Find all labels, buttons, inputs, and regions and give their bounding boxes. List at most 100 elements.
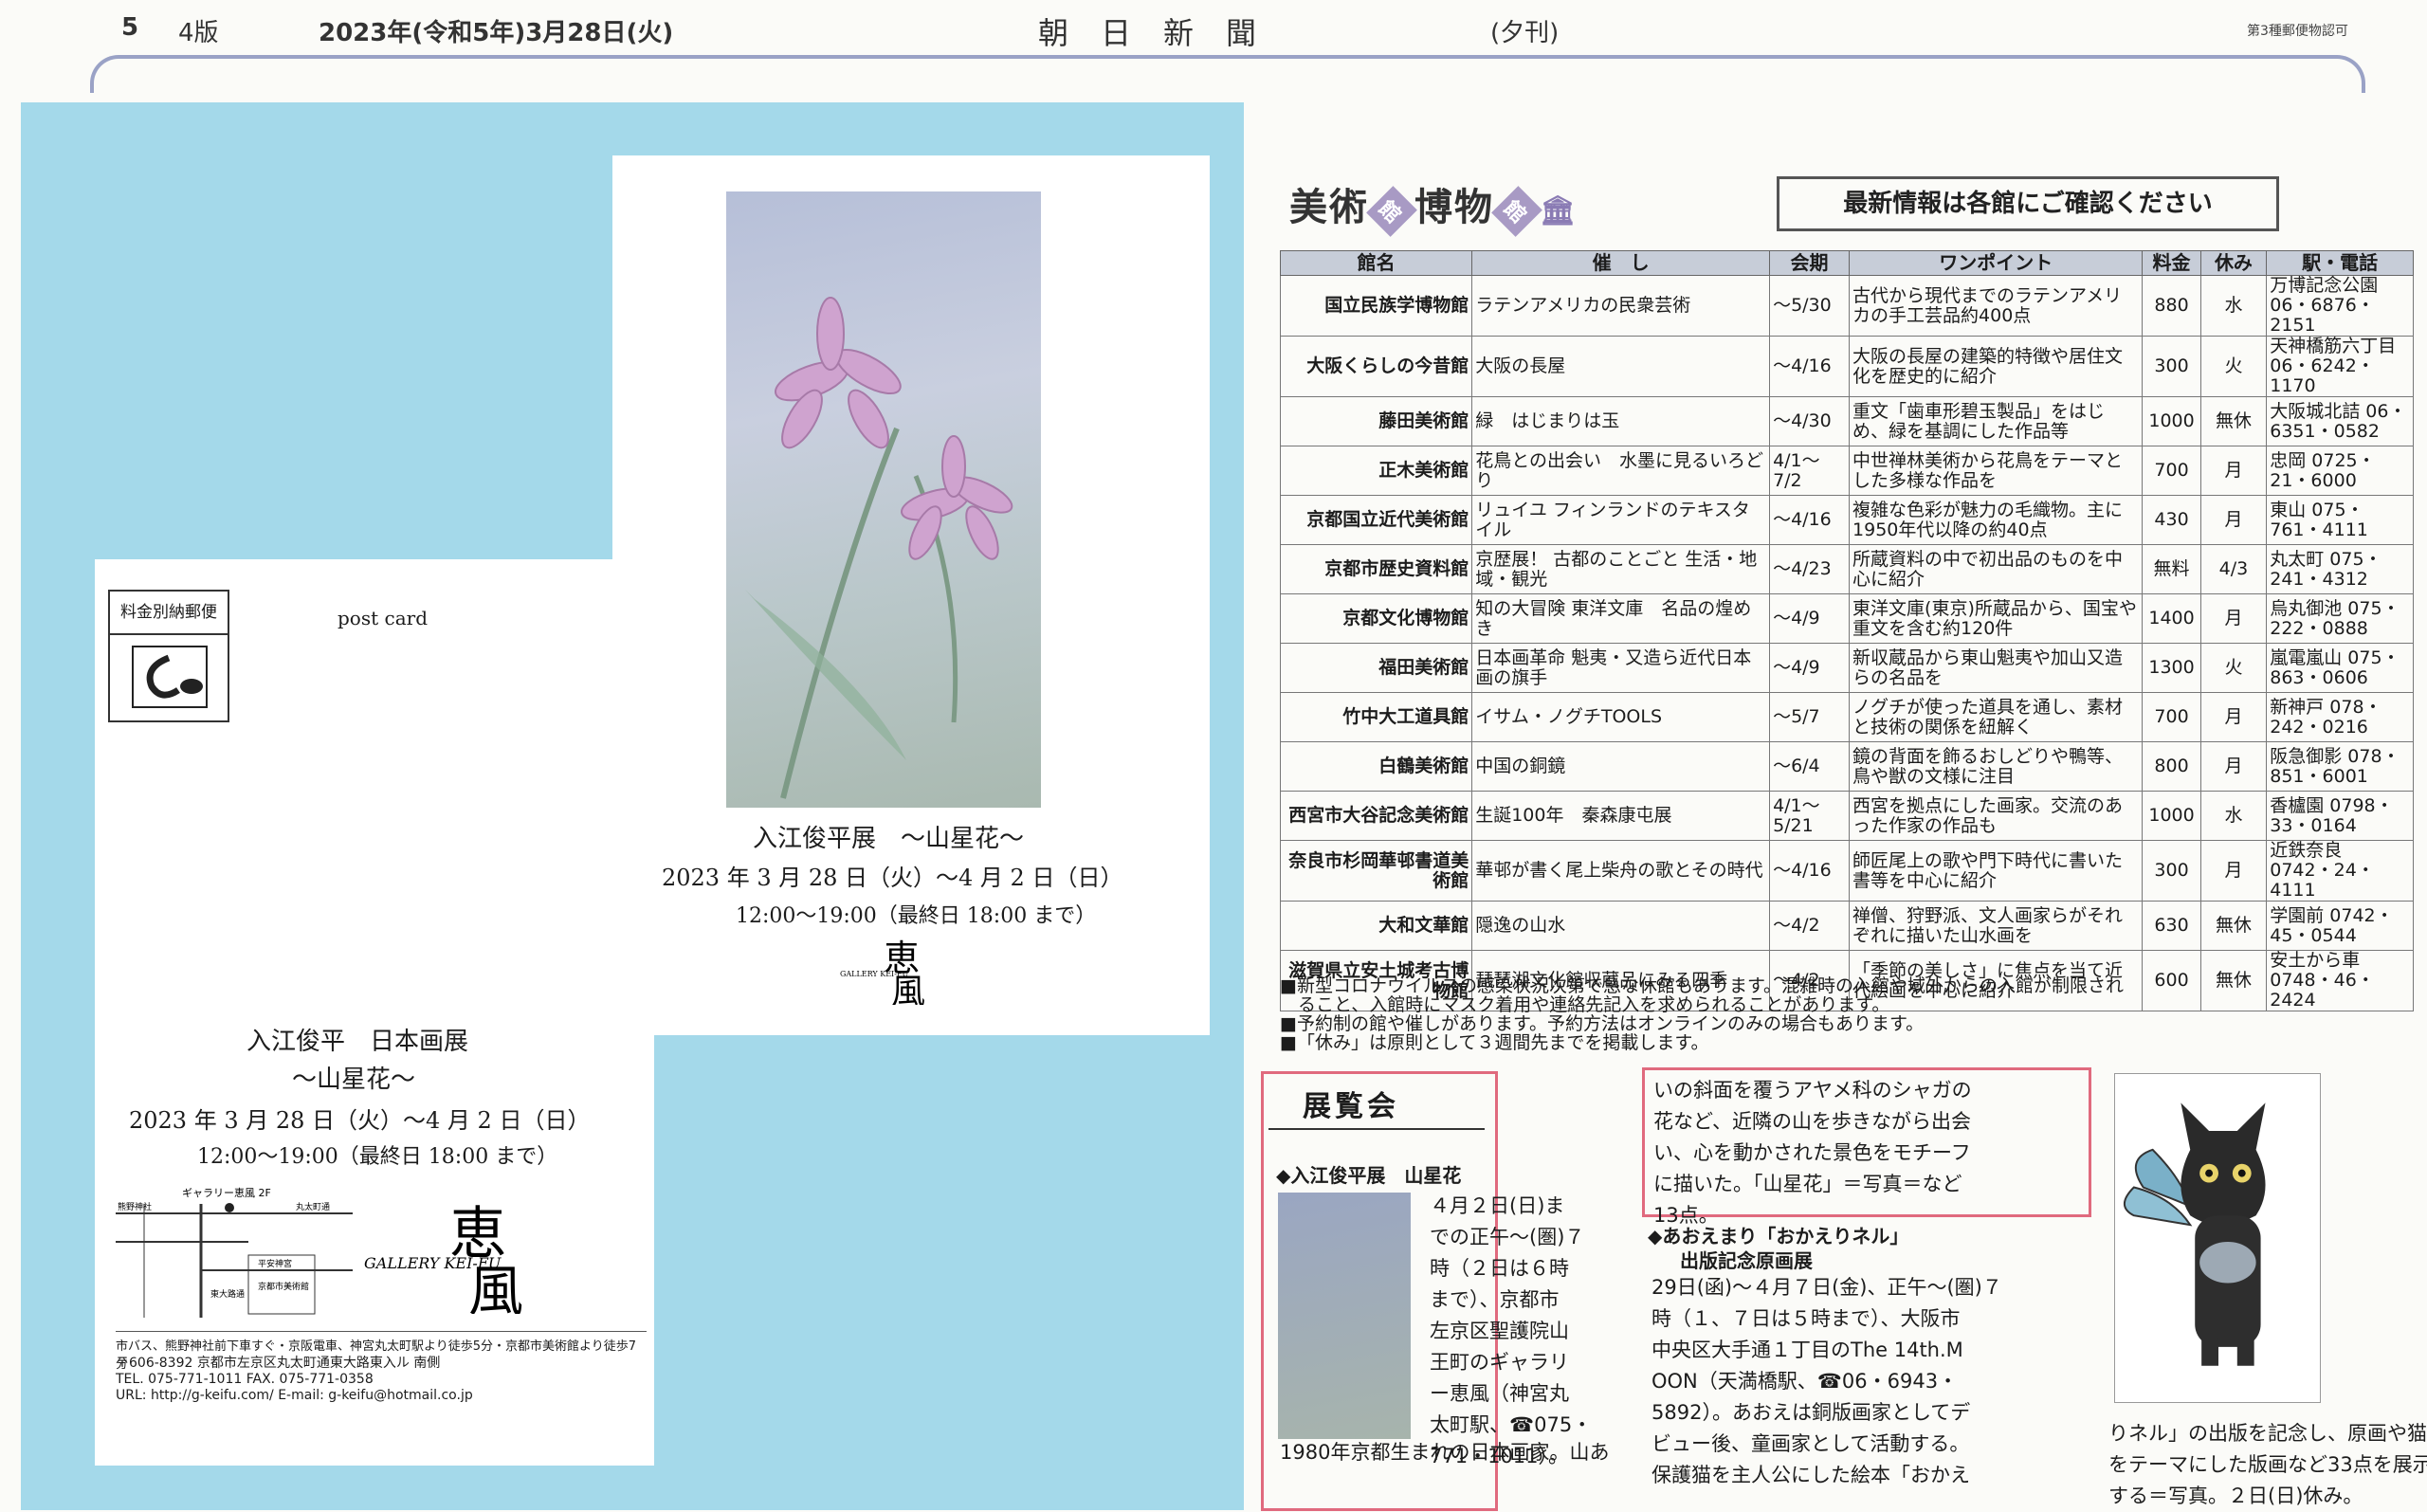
cell-event: ラテンアメリカの民衆芸術 xyxy=(1471,275,1771,337)
cell-point: 師匠尾上の歌や門下時代に書いた書等を中心に紹介 xyxy=(1849,840,2144,902)
cell-name: 国立民族学博物館 xyxy=(1279,275,1473,337)
newspaper-header: 5 4版 2023年(令和5年)3月28日(火) 朝日新聞 (夕刊) 第3種郵便… xyxy=(0,0,2427,55)
museum-row: 福田美術館 日本画革命 魁夷・又造ら近代日本画の旗手 ～4/9 新収蔵品から東山魁夷や… xyxy=(1279,643,2414,693)
article2-line: 保護猫を主人公にした絵本「おかえ xyxy=(1651,1464,1970,1486)
postcard-front: 入江俊平展 ～山星花～ 2023 年 3 月 28 日（火）～4 月 2 日（日… xyxy=(612,155,1210,1035)
map-label-museum: 京都市美術館 xyxy=(258,1281,309,1292)
map-label-shrine: 熊野神社 xyxy=(118,1201,152,1212)
cell-period: ～4/16 xyxy=(1769,840,1851,902)
note-line: ■「休み」は原則として３週間先までを掲載します。 xyxy=(1280,1032,1709,1053)
museum-row: 大阪くらしの今昔館 大阪の長屋 ～4/16 大阪の長屋の建築的特徴や居住文化を歴史的に… xyxy=(1279,336,2414,397)
col-period: 会期 xyxy=(1769,250,1851,276)
cell-name: 大和文華館 xyxy=(1279,901,1473,951)
cell-closed: 無休 xyxy=(2199,396,2268,446)
note-line: ■予約制の館や催しがあります。予約方法はオンラインのみの場合もあります。 xyxy=(1280,1013,1925,1034)
cell-station: 烏丸御池 075・222・0888 xyxy=(2266,593,2414,644)
museum-row: 正木美術館 花鳥との出会い 水墨に見るいろどり 4/1～7/2 中世禅林美術から花鳥を… xyxy=(1279,446,2414,496)
cell-event: 中国の銅鏡 xyxy=(1471,741,1771,792)
cell-station: 東山 075・761・4111 xyxy=(2266,495,2414,545)
article1-cont-line: いの斜面を覆うアヤメ科のシャガの xyxy=(1653,1079,1972,1102)
cell-period: ～4/16 xyxy=(1769,495,1851,545)
cell-period: ～4/16 xyxy=(1769,336,1851,397)
cell-closed: 月 xyxy=(2199,495,2268,545)
museum-row: 国立民族学博物館 ラテンアメリカの民衆芸術 ～5/30 古代から現代までのラテンアメリ… xyxy=(1279,275,2414,337)
cell-point: 所蔵資料の中で初出品のものを中心に紹介 xyxy=(1849,544,2144,594)
cell-fee: 800 xyxy=(2142,741,2201,792)
article1-line: での正午～(圏)７ xyxy=(1430,1226,1585,1248)
orchid-illustration xyxy=(745,297,1013,799)
article1-heading: ◆入江俊平展 山星花 xyxy=(1276,1164,1462,1187)
cell-fee: 700 xyxy=(2142,692,2201,742)
cell-closed: 月 xyxy=(2199,446,2268,496)
article3-line: りネル」の出版を記念し、原画や猫 xyxy=(2108,1422,2427,1445)
exhibition-header: 展覧会 xyxy=(1268,1069,1485,1130)
cell-period: ～6/4 xyxy=(1769,741,1851,792)
cell-point: ノグチが使った道具を通し、素材と技術の関係を紐解く xyxy=(1849,692,2144,742)
cell-closed: 火 xyxy=(2199,336,2268,397)
cell-station: 丸太町 075・241・4312 xyxy=(2266,544,2414,594)
cell-closed: 月 xyxy=(2199,593,2268,644)
postal-mark-icon xyxy=(132,646,208,708)
cell-fee: 630 xyxy=(2142,901,2201,951)
col-station: 駅・電話 xyxy=(2266,250,2414,276)
back-dates: 2023 年 3 月 28 日（火）～4 月 2 日（日） xyxy=(129,1107,591,1134)
cell-fee: 430 xyxy=(2142,495,2201,545)
cell-period: ～4/2 xyxy=(1769,901,1851,951)
museum-row: 奈良市杉岡華邨書道美術館 華邨が書く尾上柴舟の歌とその時代 ～4/16 師匠尾上の歌や… xyxy=(1279,840,2414,902)
article2-heading: ◆あおえまり「おかえりネル」 xyxy=(1648,1225,1909,1248)
cell-station: 香櫨園 0798・33・0164 xyxy=(2266,791,2414,841)
cell-point: 西宮を拠点にした画家。交流のあった作家の作品も xyxy=(1849,791,2144,841)
map-label-marutamachi: 丸太町通 xyxy=(296,1201,330,1212)
museum-table-body: 国立民族学博物館 ラテンアメリカの民衆芸術 ～5/30 古代から現代までのラテンアメリ… xyxy=(1279,275,2414,1011)
museum-row: 京都国立近代美術館 リュイユ フィンランドのテキスタイル ～4/16 複雑な色彩が魅力… xyxy=(1279,495,2414,545)
cell-point: 鏡の背面を飾るおしどりや鴨等、鳥や獣の文様に注目 xyxy=(1849,741,2144,792)
museum-table-header: 館名 催 し 会期 ワンポイント 料金 休み 駅・電話 xyxy=(1279,250,2414,276)
cell-fee: 700 xyxy=(2142,446,2201,496)
article2-line: 29日(函)～４月７日(金)、正午～(圏)７ xyxy=(1651,1276,2002,1299)
article1-photo xyxy=(1278,1193,1411,1439)
title-part-museum: 博物 xyxy=(1414,185,1495,229)
cell-station: 学園前 0742・45・0544 xyxy=(2266,901,2414,951)
paper-name: 朝日新聞 xyxy=(1038,15,1289,51)
postage-stamp-box: 料金別納郵便 xyxy=(108,590,229,722)
article2-line: 中央区大手通１丁目のThe 14th.M xyxy=(1651,1339,1963,1361)
museum-row: 白鶴美術館 中国の銅鏡 ～6/4 鏡の背面を飾るおしどりや鴨等、鳥や獣の文様に注目 80… xyxy=(1279,741,2414,792)
front-title: 入江俊平展 ～山星花～ xyxy=(753,825,1025,853)
article1-cont-line: い、心を動かされた景色をモチーフ xyxy=(1653,1141,1971,1164)
edition: 4版 xyxy=(178,19,219,47)
cell-name: 福田美術館 xyxy=(1279,643,1473,693)
col-closed: 休み xyxy=(2199,250,2268,276)
cell-event: リュイユ フィンランドのテキスタイル xyxy=(1471,495,1771,545)
article2-line: ビュー後、童画家として活動する。 xyxy=(1651,1432,1970,1455)
orchid-painting xyxy=(726,191,1041,808)
cell-station: 阪急御影 078・851・6001 xyxy=(2266,741,2414,792)
cell-closed: 火 xyxy=(2199,643,2268,693)
cell-name: 西宮市大谷記念美術館 xyxy=(1279,791,1473,841)
cell-name: 京都国立近代美術館 xyxy=(1279,495,1473,545)
cell-point: 東洋文庫(東京)所蔵品から、国宝や重文を含む約120件 xyxy=(1849,593,2144,644)
svg-text:恵: 恵 xyxy=(449,1201,506,1267)
title-part-art: 美術 xyxy=(1289,185,1369,229)
gallery-logo-small: GALLERY KEI-FU 恵 風 xyxy=(840,938,925,1005)
gallery-logo: GALLERY KEI-FU 恵 風 xyxy=(364,1201,523,1314)
article1-cont-line: 花など、近隣の山を歩きながら出会 xyxy=(1653,1110,1971,1133)
map-label-gallery: ギャラリー恵風 2F xyxy=(182,1186,271,1199)
cell-event: 隠逸の山水 xyxy=(1471,901,1771,951)
article2-subheading: 出版記念原画展 xyxy=(1680,1249,1813,1272)
postcard-back: 料金別納郵便 post card 入江俊平 日本画展 ～山星花～ 2023 年 … xyxy=(95,559,654,1466)
cell-fee: 300 xyxy=(2142,336,2201,397)
url-line: URL: http://g-keifu.com/ E-mail: g-keifu… xyxy=(116,1388,473,1403)
cell-fee: 1000 xyxy=(2142,791,2201,841)
cell-event: 日本画革命 魁夷・又造ら近代日本画の旗手 xyxy=(1471,643,1771,693)
article1-line: ４月２日(日)ま xyxy=(1430,1194,1565,1217)
cell-name: 竹中大工道具館 xyxy=(1279,692,1473,742)
cell-period: 4/1～7/2 xyxy=(1769,446,1851,496)
post-card-label: post card xyxy=(338,607,428,629)
museum-section-title: 美術館博物館 🏛 xyxy=(1289,176,1578,237)
museum-row: 大和文華館 隠逸の山水 ～4/2 禅僧、狩野派、文人画家らがそれぞれに描いた山水画を 6… xyxy=(1279,901,2414,951)
map-label-higashioji: 東大路通 xyxy=(210,1288,245,1300)
cell-event: 華邨が書く尾上柴舟の歌とその時代 xyxy=(1471,840,1771,902)
article3-line: をテーマにした版画など33点を展示 xyxy=(2108,1453,2427,1476)
article3-line: する＝写真。２日(日)休み。 xyxy=(2108,1485,2363,1507)
cell-point: 中世禅林美術から花鳥をテーマとした多様な作品を xyxy=(1849,446,2144,496)
